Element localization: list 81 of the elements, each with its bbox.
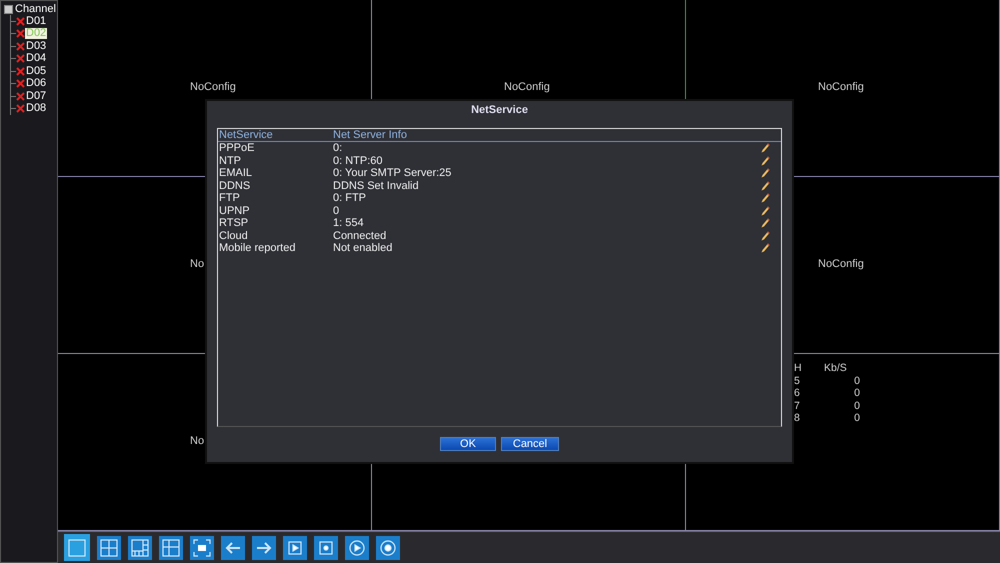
channel-item[interactable]: D08 xyxy=(25,103,48,114)
cross-icon xyxy=(16,66,25,76)
tile-status: NoConfig xyxy=(818,81,864,93)
service-name: PPPoE xyxy=(218,142,256,154)
service-name: Mobile reported xyxy=(218,242,296,254)
cancel-button[interactable]: Cancel xyxy=(501,437,559,451)
service-info: 1: 554 xyxy=(333,217,365,230)
tile-status: NoConfig xyxy=(818,258,864,270)
cross-icon xyxy=(16,92,25,101)
cross-icon xyxy=(16,104,25,114)
service-name: UPNP xyxy=(218,204,251,217)
quad-grid-icon xyxy=(100,538,118,557)
service-name: FTP xyxy=(218,192,241,204)
dot-square-icon xyxy=(317,538,335,557)
expand-icon[interactable] xyxy=(4,4,13,14)
column-header: NetService xyxy=(218,128,274,142)
fullscreen-button[interactable] xyxy=(190,536,214,560)
cross-icon xyxy=(16,42,25,51)
cross-icon xyxy=(16,54,25,64)
fullscreen-icon xyxy=(193,538,211,557)
tile-status: NoConfig xyxy=(190,81,236,93)
service-name: NTP xyxy=(218,154,242,167)
channel-item[interactable]: D05 xyxy=(25,66,48,77)
service-info: DDNS Set Invalid xyxy=(333,180,420,192)
record-square-button[interactable] xyxy=(314,536,338,560)
play-icon xyxy=(286,538,304,557)
service-info: 0: xyxy=(333,142,344,154)
multi-grid-icon xyxy=(131,538,149,557)
cross-icon xyxy=(16,29,25,38)
service-name: EMAIL xyxy=(218,167,254,180)
record-circle-button[interactable] xyxy=(376,536,400,560)
tree-root-label[interactable]: Channel xyxy=(15,3,56,15)
pencil-icon[interactable] xyxy=(761,230,770,240)
next-button[interactable] xyxy=(252,536,276,560)
stats-cell-text: 5 xyxy=(793,374,801,388)
split-button[interactable] xyxy=(159,536,183,560)
quad-button[interactable] xyxy=(97,536,121,560)
cross-icon xyxy=(16,16,25,26)
pencil-icon[interactable] xyxy=(761,156,770,166)
pencil-icon[interactable] xyxy=(761,243,770,253)
stats-cell-text: 0 xyxy=(853,374,860,388)
service-name: Cloud xyxy=(218,230,249,242)
prev-button[interactable] xyxy=(221,536,245,560)
pencil-icon[interactable] xyxy=(761,218,770,228)
pencil-icon[interactable] xyxy=(761,143,770,153)
single-view-icon xyxy=(68,538,86,557)
channel-item[interactable]: D04 xyxy=(25,53,48,64)
stats-header: Kb/S xyxy=(823,362,848,375)
play-square-button[interactable] xyxy=(283,536,307,560)
dot-circle-icon xyxy=(379,538,397,557)
stats-cell-text: 0 xyxy=(853,387,860,400)
stats-cell-text: 0 xyxy=(853,412,860,425)
split-grid-icon xyxy=(162,538,180,557)
stats-cell-text: 0 xyxy=(853,400,860,412)
pencil-icon[interactable] xyxy=(761,180,770,190)
tile-status: No xyxy=(190,258,204,270)
service-name: RTSP xyxy=(218,217,250,230)
stats-cell-text: 6 xyxy=(793,387,801,400)
ok-button[interactable]: OK xyxy=(440,437,496,451)
stats-cell-text: 7 xyxy=(793,400,801,412)
channel-item[interactable]: D07 xyxy=(25,90,48,102)
dialog-title: NetService xyxy=(471,104,528,116)
tile-status: No xyxy=(190,435,204,448)
tile-status: NoConfig xyxy=(504,81,550,93)
channel-item[interactable]: D06 xyxy=(25,78,48,90)
service-info: Connected xyxy=(333,230,388,242)
pencil-icon[interactable] xyxy=(761,168,770,178)
pencil-icon[interactable] xyxy=(761,206,770,216)
multi-button[interactable] xyxy=(128,536,152,560)
stats-header: H xyxy=(793,362,803,375)
cross-icon xyxy=(16,79,25,88)
play-circle-icon xyxy=(348,538,366,557)
service-info: 0: FTP xyxy=(333,192,368,204)
channel-item[interactable]: D03 xyxy=(25,40,48,52)
pencil-icon[interactable] xyxy=(761,193,770,203)
service-info: 0 xyxy=(333,204,340,217)
service-name: DDNS xyxy=(218,180,252,192)
play-circle-button[interactable] xyxy=(345,536,369,560)
channel-item[interactable]: D01 xyxy=(25,16,48,27)
service-info: Not enabled xyxy=(333,242,394,254)
stats-cell-text: 8 xyxy=(793,412,801,425)
